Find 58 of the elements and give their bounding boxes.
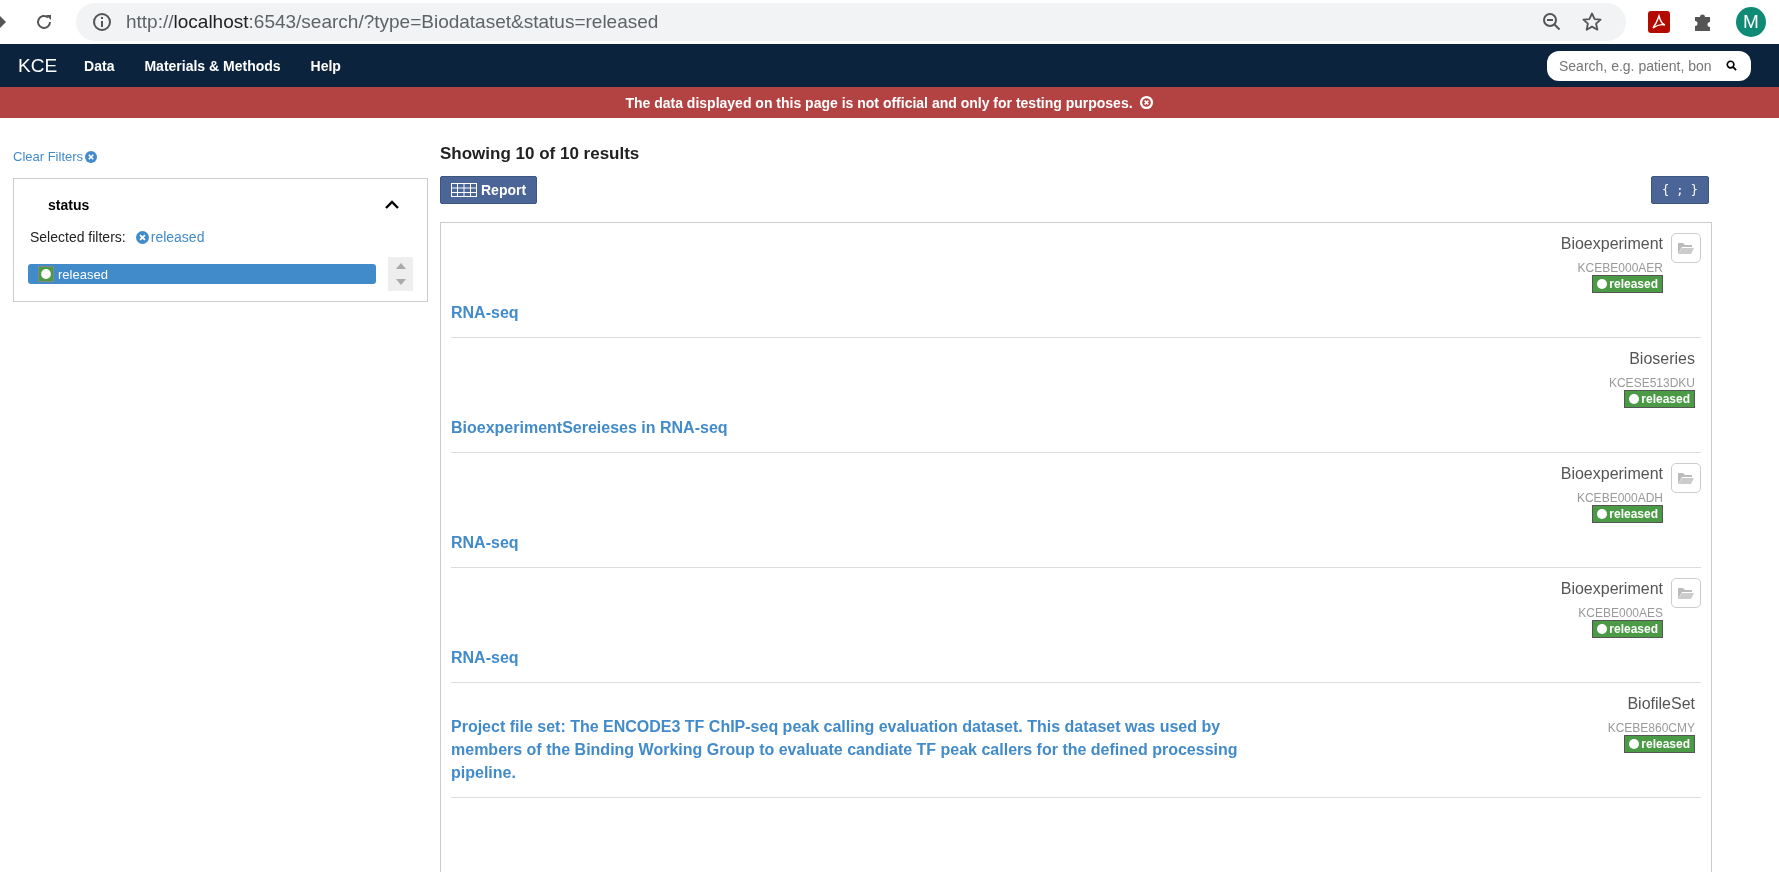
table-icon <box>451 183 477 197</box>
chevron-icon[interactable] <box>385 200 399 210</box>
site-brand[interactable]: KCE <box>18 54 58 77</box>
forward-arrow-icon[interactable] <box>0 16 8 28</box>
accession-id: KCESE513DKU <box>1608 376 1695 390</box>
zoom-out-icon[interactable] <box>1542 12 1562 32</box>
result-type: BiofileSet <box>1627 695 1695 713</box>
dot-icon <box>1597 509 1608 519</box>
results-count: Showing 10 of 10 results <box>440 144 641 164</box>
result-title-link[interactable]: RNA-seq <box>451 301 519 324</box>
facet-title: status <box>48 197 90 213</box>
result-type: Bioexperiment <box>1560 465 1663 483</box>
clear-filters-link[interactable]: Clear Filters <box>13 149 98 164</box>
accession-id: KCEBE000AES <box>1578 606 1663 620</box>
status-label: released <box>1624 735 1695 753</box>
selected-filters-label: Selected filters: <box>30 229 126 245</box>
nav-link[interactable]: Data <box>69 57 130 74</box>
search-field[interactable]: Search, e.g. patient, bon <box>1547 50 1751 81</box>
nav-link[interactable]: Materials & Methods <box>129 57 296 74</box>
dot-icon <box>1629 739 1640 749</box>
facet-term[interactable]: released <box>28 264 376 284</box>
search-icon[interactable] <box>1726 60 1737 71</box>
dot-icon <box>1597 624 1608 634</box>
remove-icon[interactable] <box>135 230 149 244</box>
result-title-link[interactable]: Project file set: The ENCODE3 TF ChIP-seq peak calling evaluation dataset. This dataset was used by members of the Binding Working Group to evaluate candiate TF peak callers for the defined processing pipeline. <box>451 715 1271 784</box>
star-icon[interactable] <box>1582 12 1602 32</box>
dot-icon <box>1597 279 1608 289</box>
json-button[interactable]: { ; } <box>1650 176 1709 204</box>
pdf-extension-icon[interactable] <box>1648 11 1670 33</box>
remove-filter-link[interactable]: released <box>135 229 205 245</box>
folder-icon <box>1677 471 1695 485</box>
url-text: http://localhost:6543/search/?type=Biodataset&status=released <box>126 11 659 33</box>
reload-icon[interactable] <box>34 12 54 32</box>
close-icon[interactable] <box>1138 95 1154 110</box>
info-icon[interactable] <box>92 12 112 32</box>
status-dot-icon <box>38 266 54 282</box>
result-title-link[interactable]: BioexperimentSereieses in RNA-seq <box>451 416 728 439</box>
nav-link[interactable]: Help <box>295 57 356 74</box>
folder-icon <box>1677 586 1695 600</box>
accession-id: KCEBE000ADH <box>1576 491 1663 505</box>
address-bar[interactable]: http://localhost:6543/search/?type=Biodataset&status=released <box>76 3 1626 41</box>
status-label: released <box>1592 275 1663 293</box>
result-title-link[interactable]: RNA-seq <box>451 646 519 669</box>
result-type: Bioexperiment <box>1560 235 1663 253</box>
status-label: released <box>1624 390 1695 408</box>
result-title-link[interactable]: RNA-seq <box>451 531 519 554</box>
result-type: Bioexperiment <box>1560 580 1663 598</box>
status-label: released <box>1592 620 1663 638</box>
report-button[interactable]: Report <box>440 176 538 204</box>
accession-id: KCEBE860CMY <box>1607 721 1695 735</box>
warning-text: The data displayed on this page is not official and only for testing purposes. <box>625 94 1133 111</box>
dot-icon <box>1629 394 1640 404</box>
accession-id: KCEBE000AER <box>1577 261 1663 275</box>
result-type: Bioseries <box>1629 350 1695 368</box>
remove-icon[interactable] <box>85 150 98 163</box>
profile-avatar[interactable]: M <box>1736 7 1766 37</box>
folder-icon <box>1677 241 1695 255</box>
status-label: released <box>1592 505 1663 523</box>
